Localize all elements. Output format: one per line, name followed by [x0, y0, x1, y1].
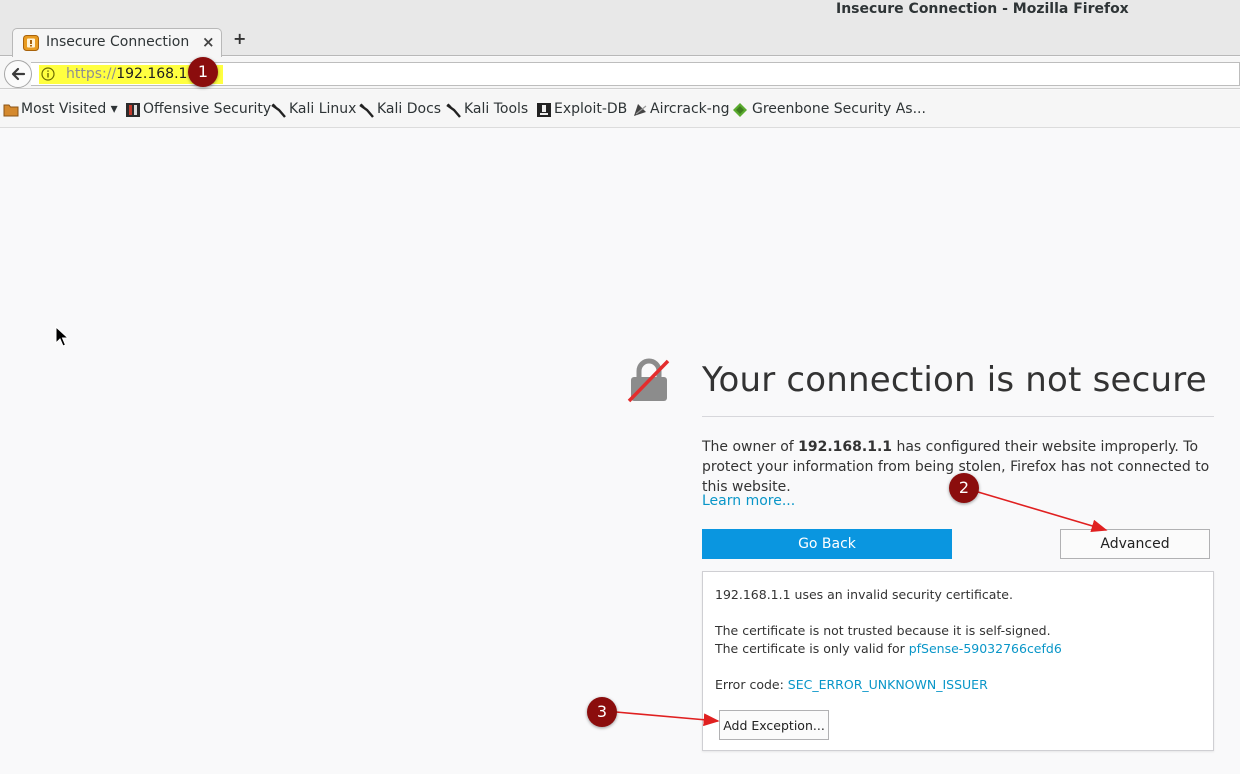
back-button[interactable]	[4, 60, 32, 88]
broken-lock-icon	[627, 358, 670, 403]
warning-favicon-icon	[23, 35, 39, 51]
advanced-panel: 192.168.1.1 uses an invalid security cer…	[702, 571, 1214, 751]
certificate-domain-link[interactable]: pfSense-59032766cefd6	[909, 641, 1062, 656]
desc-pre: The owner of	[702, 439, 799, 455]
bookmark-label: Kali Tools	[464, 101, 529, 117]
url-text: https://192.168.1.1	[66, 66, 201, 82]
desc-host: 192.168.1.1	[798, 439, 893, 455]
error-heading: Your connection is not secure	[702, 360, 1207, 400]
navigation-bar: https://192.168.1.1	[0, 57, 1240, 89]
url-scheme: https://	[66, 66, 117, 82]
bookmark-label: Most Visited ▾	[21, 101, 118, 117]
tab-insecure-connection[interactable]: Insecure Connection ×	[12, 28, 222, 57]
tab-strip: Insecure Connection × +	[0, 26, 1240, 57]
mouse-cursor-icon	[55, 326, 69, 347]
advanced-line-1: 192.168.1.1 uses an invalid security cer…	[715, 587, 1013, 602]
tab-label: Insecure Connection	[46, 34, 190, 50]
annotation-marker-1: 1	[188, 57, 218, 87]
bookmark-label: Kali Linux	[289, 101, 357, 117]
bookmark-label: Kali Docs	[377, 101, 442, 117]
annotation-marker-3: 3	[587, 697, 617, 727]
info-icon[interactable]	[41, 67, 55, 81]
error-page: Your connection is not secure The owner …	[0, 128, 1240, 774]
bookmark-label: Exploit-DB	[554, 101, 628, 117]
close-tab-icon[interactable]: ×	[202, 33, 215, 51]
learn-more-link[interactable]: Learn more...	[702, 493, 795, 509]
divider	[702, 416, 1214, 417]
bookmarks-toolbar: Most Visited ▾ Offensive Security Kali L…	[0, 90, 1240, 128]
bookmark-label: Offensive Security	[143, 101, 272, 117]
advanced-button[interactable]: Advanced	[1060, 529, 1210, 559]
bookmark-label: Aircrack-ng	[650, 101, 730, 117]
greenbone-icon	[733, 103, 747, 117]
bookmark-label: Greenbone Security As...	[752, 101, 926, 117]
line4-pre: Error code:	[715, 677, 788, 692]
annotation-marker-2: 2	[949, 473, 979, 503]
advanced-line-4: Error code: SEC_ERROR_UNKNOWN_ISSUER	[715, 677, 988, 692]
advanced-line-2: The certificate is not trusted because i…	[715, 623, 1051, 638]
offsec-icon	[126, 103, 140, 117]
exploitdb-icon	[537, 103, 551, 117]
advanced-line-3: The certificate is only valid for pfSens…	[715, 641, 1062, 656]
new-tab-button[interactable]: +	[233, 29, 246, 48]
title-bar: Insecure Connection - Mozilla Firefox	[0, 0, 1240, 26]
firefox-window: Insecure Connection - Mozilla Firefox In…	[0, 0, 1240, 774]
add-exception-button[interactable]: Add Exception...	[719, 710, 829, 740]
folder-icon	[3, 104, 19, 117]
back-arrow-icon	[11, 67, 26, 81]
kali-dragon-icon	[446, 103, 461, 118]
aircrack-icon	[634, 104, 647, 116]
kali-dragon-icon	[359, 103, 374, 118]
kali-dragon-icon	[271, 103, 286, 118]
window-title: Insecure Connection - Mozilla Firefox	[836, 1, 1129, 17]
line3-pre: The certificate is only valid for	[715, 641, 909, 656]
go-back-button[interactable]: Go Back	[702, 529, 952, 559]
error-code-link[interactable]: SEC_ERROR_UNKNOWN_ISSUER	[788, 677, 988, 692]
